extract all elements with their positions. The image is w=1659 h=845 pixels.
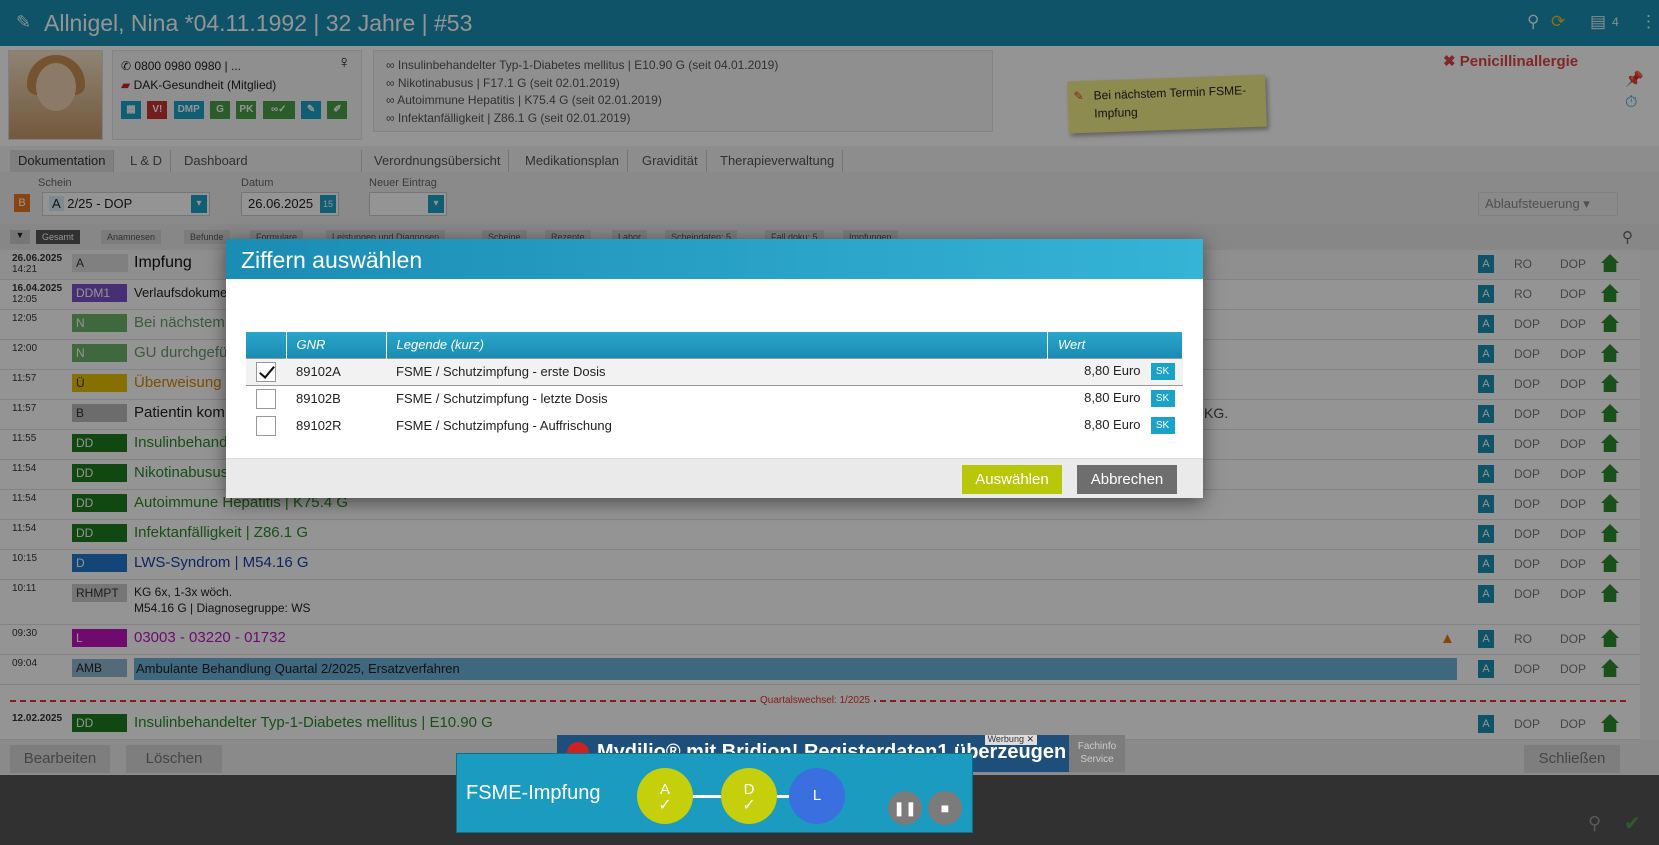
- step-connector: [691, 795, 721, 798]
- row-checkbox[interactable]: [256, 415, 276, 436]
- dialog-footer: Auswählen Abbrechen: [226, 458, 1203, 498]
- header-legend[interactable]: Legende (kurz): [386, 332, 1048, 358]
- workflow-name: FSME-Impfung: [466, 782, 601, 804]
- ad-tag: Werbung ✕: [984, 735, 1037, 745]
- check-icon: ✓: [658, 797, 672, 814]
- workflow-step-d[interactable]: D ✓: [721, 768, 777, 824]
- select-codes-dialog: Ziffern auswählen GNR Legende (kurz) Wer…: [226, 239, 1203, 498]
- table-row[interactable]: 89102A FSME / Schutzimpfung - erste Dosi…: [246, 357, 1183, 386]
- cancel-button[interactable]: Abbrechen: [1077, 465, 1177, 494]
- header-gnr[interactable]: GNR: [286, 332, 387, 358]
- pause-icon[interactable]: ❚❚: [888, 791, 922, 825]
- stop-icon[interactable]: ■: [928, 791, 962, 825]
- row-checkbox[interactable]: [256, 361, 276, 382]
- workflow-step-l[interactable]: L: [789, 768, 845, 824]
- dialog-title: Ziffern auswählen: [226, 239, 1203, 279]
- row-checkbox[interactable]: [256, 388, 276, 409]
- codes-table: GNR Legende (kurz) Wert 89102A FSME / Sc…: [246, 332, 1183, 439]
- sk-tag: SK: [1150, 390, 1175, 408]
- header-select: [246, 332, 287, 358]
- header-value[interactable]: Wert: [1047, 332, 1183, 358]
- table-row[interactable]: 89102B FSME / Schutzimpfung - letzte Dos…: [246, 385, 1183, 412]
- fachinfo-button[interactable]: Fachinfo Service: [1069, 735, 1125, 772]
- select-button[interactable]: Auswählen: [962, 465, 1062, 494]
- workflow-panel: FSME-Impfung A ✓ D ✓ L ❚❚ ■: [456, 753, 973, 833]
- check-icon: ✓: [742, 797, 756, 814]
- workflow-step-a[interactable]: A ✓: [637, 768, 693, 824]
- sk-tag: SK: [1150, 417, 1175, 435]
- table-row[interactable]: 89102R FSME / Schutzimpfung - Auffrischu…: [246, 412, 1183, 439]
- sk-tag: SK: [1150, 363, 1175, 381]
